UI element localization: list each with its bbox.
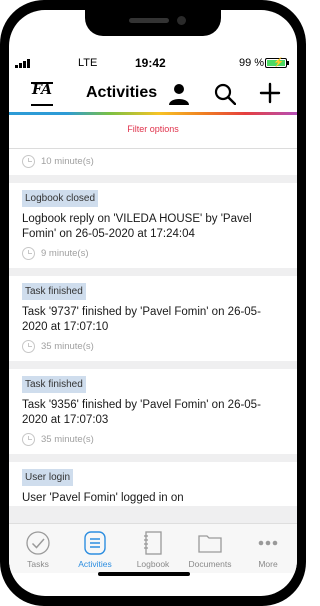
activity-card[interactable]: Task finished Task '9737' finished by 'P… [9, 276, 297, 361]
activity-message: Logbook reply on 'VILEDA HOUSE' by 'Pave… [22, 213, 252, 240]
tab-logbook[interactable]: Logbook [124, 530, 182, 569]
activity-time-text: 35 minute(s) [41, 341, 94, 352]
activity-tag: Logbook closed [22, 190, 99, 207]
activity-tag: Task finished [22, 376, 86, 393]
phone-frame: LTE 19:42 99 % ⚡ FA Activities Filter op… [0, 0, 306, 606]
clock-icon [22, 247, 35, 260]
activity-card[interactable]: User login User 'Pavel Fomin' logged in … [9, 462, 297, 506]
check-circle-icon [26, 531, 50, 555]
charging-icon: ⚡ [273, 57, 285, 67]
plus-icon[interactable] [259, 82, 281, 104]
notch [85, 10, 221, 36]
status-bar: LTE 19:42 99 % ⚡ [9, 56, 297, 72]
tab-tasks[interactable]: Tasks [9, 530, 67, 569]
fa-logo-icon[interactable]: FA [31, 82, 53, 106]
activity-time-text: 9 minute(s) [41, 248, 89, 259]
clock-icon [22, 155, 35, 168]
folder-icon [198, 535, 222, 553]
tab-more[interactable]: More [239, 530, 297, 569]
home-indicator[interactable] [98, 572, 190, 576]
activity-time: 9 minute(s) [22, 247, 284, 268]
app-header: FA Activities [9, 78, 297, 116]
activity-time: 35 minute(s) [22, 433, 284, 454]
activity-card[interactable]: Logbook closed Logbook reply on 'VILEDA … [9, 183, 297, 268]
clock-icon [22, 340, 35, 353]
activity-card-partial[interactable]: 10 minute(s) [9, 149, 297, 175]
activity-tag: Task finished [22, 283, 86, 300]
activity-time: 10 minute(s) [22, 149, 284, 176]
activity-time: 35 minute(s) [22, 340, 284, 361]
tab-documents[interactable]: Documents [181, 530, 239, 569]
activity-time-text: 10 minute(s) [41, 156, 94, 167]
more-icon [258, 540, 278, 546]
network-type: LTE [78, 57, 98, 69]
activity-feed[interactable]: 10 minute(s) Logbook closed Logbook repl… [9, 149, 297, 523]
camera [177, 16, 186, 25]
activity-message: Task '9737' finished by 'Pavel Fomin' on… [22, 306, 261, 333]
tab-label: Tasks [27, 559, 49, 569]
tab-label: Logbook [136, 559, 170, 569]
activity-tag: User login [22, 469, 74, 486]
filter-options-link[interactable]: Filter options [9, 124, 297, 134]
status-time: 19:42 [135, 56, 166, 70]
tab-activities[interactable]: Activities [66, 530, 124, 569]
tab-label: Documents [188, 559, 232, 569]
battery-icon: ⚡ [265, 57, 289, 68]
screen: LTE 19:42 99 % ⚡ FA Activities Filter op… [9, 10, 297, 596]
tab-bar: Tasks Activities Logbook Documents More [9, 523, 297, 573]
tab-label: Activities [78, 559, 112, 569]
person-icon[interactable] [167, 82, 191, 106]
page-title: Activities [86, 84, 158, 101]
activity-time-text: 35 minute(s) [41, 434, 94, 445]
tab-label: More [258, 559, 278, 569]
activity-message: Task '9356' finished by 'Pavel Fomin' on… [22, 399, 261, 426]
header-color-bar [9, 112, 297, 115]
search-icon[interactable] [214, 83, 236, 105]
list-icon [84, 531, 106, 555]
activity-message: User 'Pavel Fomin' logged in on [22, 492, 184, 504]
signal-icon [15, 59, 30, 68]
clock-icon [22, 433, 35, 446]
notebook-icon [144, 531, 162, 555]
battery-percent: 99 % [239, 57, 265, 69]
activity-card[interactable]: Task finished Task '9356' finished by 'P… [9, 369, 297, 454]
speaker [129, 18, 169, 23]
